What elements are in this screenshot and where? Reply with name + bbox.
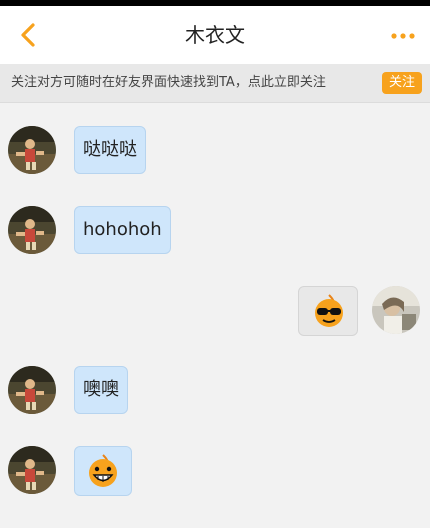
follow-notice-bar[interactable]: 关注对方可随时在好友界面快速找到TA，点此立即关注 关注 xyxy=(0,64,430,103)
message-bubble-incoming[interactable] xyxy=(74,446,132,496)
message-bubble-incoming[interactable]: 哒哒哒 xyxy=(74,126,146,174)
back-button[interactable] xyxy=(14,20,44,50)
contact-avatar[interactable] xyxy=(8,366,56,414)
more-dots-icon xyxy=(391,33,415,39)
my-avatar[interactable] xyxy=(372,286,420,334)
nav-bar: 木衣文 xyxy=(0,6,430,64)
chat-title: 木衣文 xyxy=(185,23,245,47)
more-button[interactable] xyxy=(390,26,416,44)
contact-avatar[interactable] xyxy=(8,446,56,494)
sunglasses-face-sticker-icon xyxy=(315,294,343,327)
message-bubble-outgoing[interactable] xyxy=(298,286,358,336)
back-chevron-icon xyxy=(21,23,35,47)
grinning-face-sticker-icon xyxy=(89,454,117,487)
contact-avatar[interactable] xyxy=(8,206,56,254)
follow-notice-text: 关注对方可随时在好友界面快速找到TA，点此立即关注 xyxy=(11,75,326,90)
contact-avatar[interactable] xyxy=(8,126,56,174)
message-bubble-incoming[interactable]: hohohoh xyxy=(74,206,171,254)
message-bubble-incoming[interactable]: 噢噢 xyxy=(74,366,128,414)
follow-button[interactable]: 关注 xyxy=(382,72,422,94)
